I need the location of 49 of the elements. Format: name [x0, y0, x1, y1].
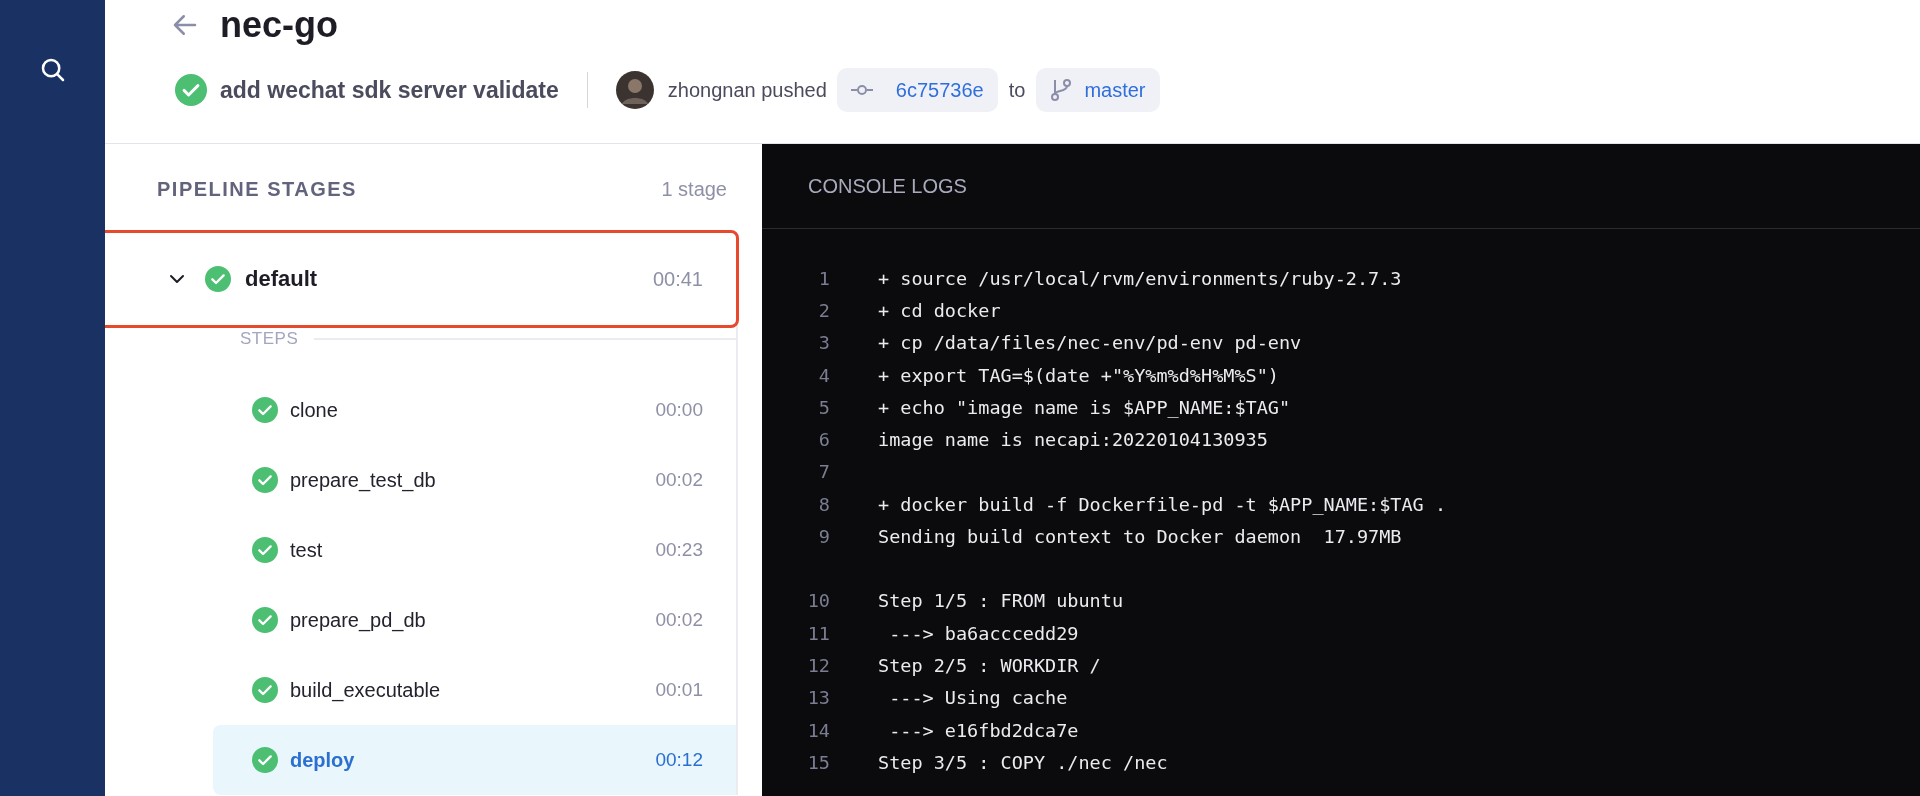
stage-count: 1 stage — [661, 177, 727, 201]
log-line: ---> ba6acccedd29 — [888, 622, 1079, 644]
line-number: 1 — [817, 267, 830, 289]
step-row[interactable]: clone 00:00 — [213, 375, 736, 445]
line-number: 13 — [806, 687, 830, 709]
line-number: 7 — [817, 461, 830, 483]
log-line: image name is necapi:20220104130935 — [878, 429, 1268, 451]
avatar — [615, 71, 654, 109]
line-number: 9 — [817, 526, 830, 547]
log-line: Step 3/5 : COPY ./nec /nec — [878, 751, 1168, 773]
line-number: 6 — [817, 429, 830, 451]
log-line: Step 2/5 : WORKDIR / — [878, 654, 1101, 676]
panel-title: PIPELINE STAGES — [157, 177, 357, 201]
line-number: 4 — [817, 364, 830, 386]
line-number: 15 — [806, 751, 830, 773]
pipeline-title: nec-go — [220, 4, 338, 46]
console-title: CONSOLE LOGS — [808, 174, 967, 198]
log-line: ---> Using cache — [888, 687, 1068, 709]
line-number: 2 — [817, 299, 830, 321]
log-line: + echo "image name is $APP_NAME:$TAG" — [878, 396, 1291, 418]
log-line: + export TAG=$(date +"%Y%m%d%H%M%S") — [878, 364, 1279, 386]
log-line: + cp /data/files/nec-env/pd-env pd-env — [878, 332, 1302, 354]
line-number: 12 — [806, 654, 830, 676]
step-row[interactable]: build_executable 00:01 — [213, 655, 736, 725]
steps-label: STEPS — [240, 329, 299, 349]
step-row[interactable]: test 00:23 — [213, 515, 736, 585]
log-line: + docker build -f Dockerfile-pd -t $APP_NAME:$TAG . — [878, 493, 1447, 515]
log-line: + cd docker — [878, 299, 1001, 321]
step-row[interactable]: prepare_test_db 00:02 — [213, 445, 736, 515]
line-number: 10 — [806, 590, 830, 612]
line-number: 11 — [806, 622, 830, 644]
line-number: 5 — [817, 396, 830, 418]
log-line: + source /usr/local/rvm/environments/ruby-2.7.3 — [878, 267, 1402, 289]
author-text: zhongnan pushed — [667, 78, 827, 102]
branch-link[interactable]: master — [1036, 68, 1160, 112]
log-line: ---> e16fbd2dca7e — [888, 719, 1079, 741]
commit-link[interactable]: 6c75736e — [836, 68, 998, 112]
line-number: 8 — [817, 493, 830, 515]
commit-message: add wechat sdk server validate — [220, 76, 559, 104]
stage-row[interactable]: default 00:41 — [105, 234, 762, 324]
branch-icon — [1050, 78, 1073, 102]
connector-text: to — [1008, 78, 1026, 102]
commit-icon — [850, 83, 873, 97]
step-row[interactable]: deploy 00:12 — [213, 725, 736, 795]
line-number: 14 — [806, 719, 830, 741]
log-line: Step 1/5 : FROM ubuntu — [878, 590, 1124, 612]
log-line: Sending build context to Docker daemon 17.97MB — [878, 526, 1402, 547]
step-row[interactable]: prepare_pd_db 00:02 — [213, 585, 736, 655]
line-number: 3 — [817, 332, 830, 354]
